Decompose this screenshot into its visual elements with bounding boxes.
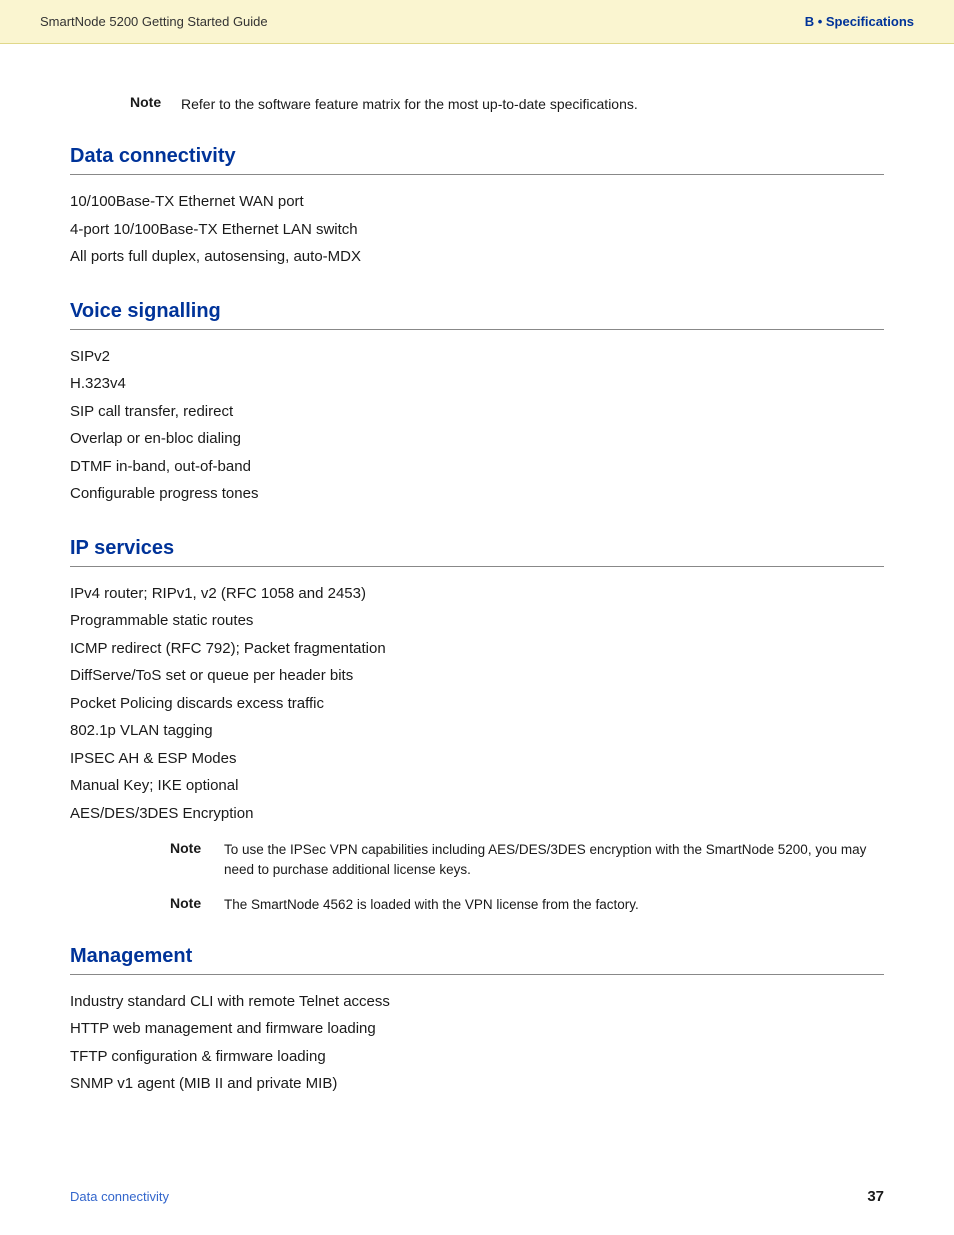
page-footer: Data connectivity 37: [70, 1188, 884, 1205]
section-heading-data-connectivity: Data connectivity: [70, 145, 884, 168]
page: SmartNode 5200 Getting Started Guide B •…: [0, 0, 954, 1235]
list-item: SIP call transfer, redirect: [70, 399, 884, 425]
list-item: IPSEC AH & ESP Modes: [70, 746, 884, 772]
list-item: HTTP web management and firmware loading: [70, 1016, 884, 1042]
page-number: 37: [867, 1188, 884, 1205]
list-item: Manual Key; IKE optional: [70, 773, 884, 799]
main-content: Note Refer to the software feature matri…: [0, 44, 954, 1167]
indented-note-block: Note The SmartNode 4562 is loaded with th…: [170, 895, 884, 915]
section-items-data-connectivity: 10/100Base-TX Ethernet WAN port4-port 10…: [70, 189, 884, 270]
list-item: IPv4 router; RIPv1, v2 (RFC 1058 and 245…: [70, 581, 884, 607]
list-item: Industry standard CLI with remote Telnet…: [70, 989, 884, 1015]
list-item: 10/100Base-TX Ethernet WAN port: [70, 189, 884, 215]
list-item: Programmable static routes: [70, 608, 884, 634]
list-item: SNMP v1 agent (MIB II and private MIB): [70, 1071, 884, 1097]
section-rule-ip-services: [70, 566, 884, 567]
section-rule-voice-signalling: [70, 329, 884, 330]
list-item: ICMP redirect (RFC 792); Packet fragment…: [70, 636, 884, 662]
section-items-management: Industry standard CLI with remote Telnet…: [70, 989, 884, 1097]
note-text: The SmartNode 4562 is loaded with the VP…: [224, 895, 639, 915]
note-label: Note: [170, 895, 208, 911]
list-item: DiffServe/ToS set or queue per header bi…: [70, 663, 884, 689]
header-banner: SmartNode 5200 Getting Started Guide B •…: [0, 0, 954, 44]
section-items-voice-signalling: SIPv2H.323v4SIP call transfer, redirectO…: [70, 344, 884, 507]
header-left-text: SmartNode 5200 Getting Started Guide: [40, 14, 268, 29]
intro-note-block: Note Refer to the software feature matri…: [130, 94, 884, 115]
section-rule-management: [70, 974, 884, 975]
section-heading-ip-services: IP services: [70, 537, 884, 560]
list-item: AES/DES/3DES Encryption: [70, 801, 884, 827]
footer-left-text: Data connectivity: [70, 1189, 169, 1204]
intro-note-label: Note: [130, 94, 165, 110]
note-text: To use the IPSec VPN capabilities includ…: [224, 840, 884, 881]
section-rule-data-connectivity: [70, 174, 884, 175]
list-item: Pocket Policing discards excess traffic: [70, 691, 884, 717]
list-item: Overlap or en-bloc dialing: [70, 426, 884, 452]
indented-note-block: Note To use the IPSec VPN capabilities in…: [170, 840, 884, 881]
list-item: Configurable progress tones: [70, 481, 884, 507]
list-item: SIPv2: [70, 344, 884, 370]
list-item: All ports full duplex, autosensing, auto…: [70, 244, 884, 270]
note-label: Note: [170, 840, 208, 856]
sections-container: Data connectivity 10/100Base-TX Ethernet …: [70, 145, 884, 1097]
list-item: TFTP configuration & firmware loading: [70, 1044, 884, 1070]
section-heading-voice-signalling: Voice signalling: [70, 300, 884, 323]
list-item: H.323v4: [70, 371, 884, 397]
list-item: DTMF in-band, out-of-band: [70, 454, 884, 480]
list-item: 802.1p VLAN tagging: [70, 718, 884, 744]
section-heading-management: Management: [70, 945, 884, 968]
section-items-ip-services: IPv4 router; RIPv1, v2 (RFC 1058 and 245…: [70, 581, 884, 827]
header-right-text: B • Specifications: [805, 14, 914, 29]
list-item: 4-port 10/100Base-TX Ethernet LAN switch: [70, 217, 884, 243]
intro-note-text: Refer to the software feature matrix for…: [181, 94, 638, 115]
